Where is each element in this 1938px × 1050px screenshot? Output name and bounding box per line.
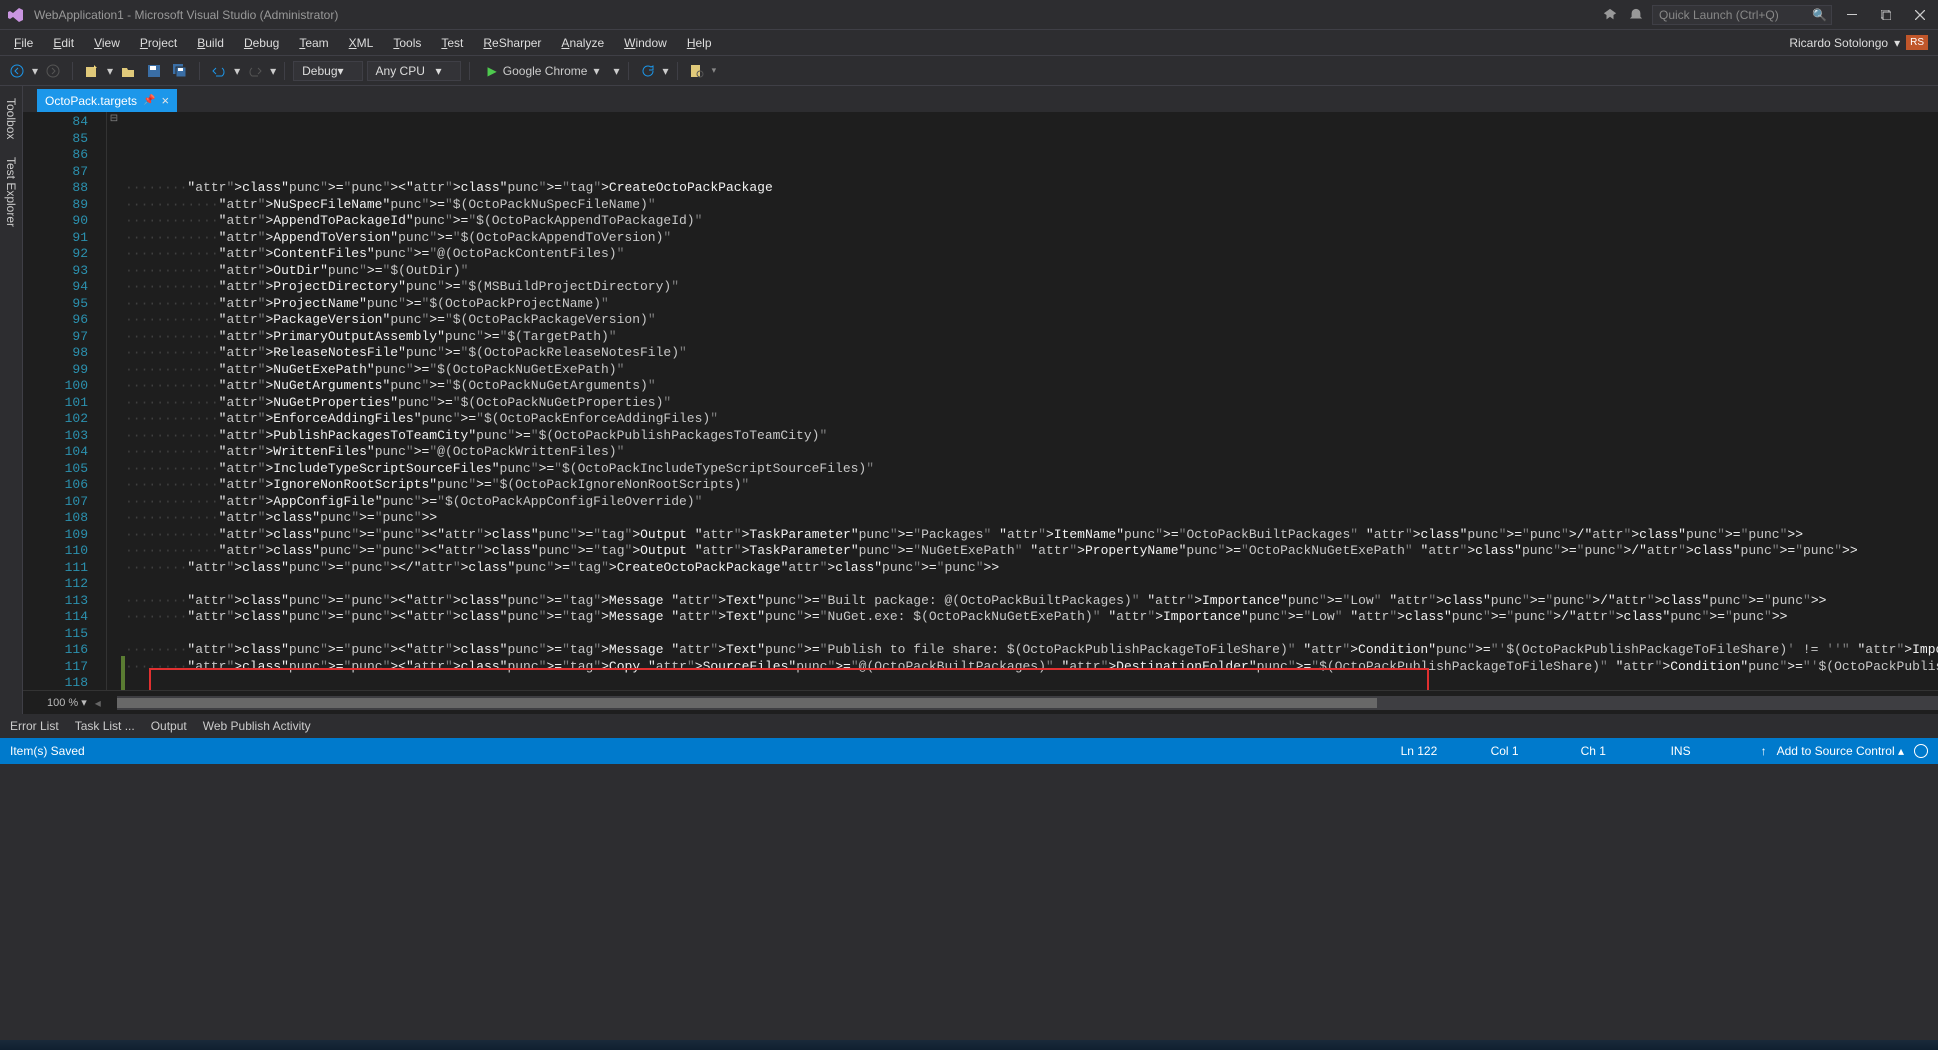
open-file-button[interactable]	[117, 60, 139, 82]
vs-logo-icon	[6, 5, 26, 25]
menu-build[interactable]: Build	[187, 32, 234, 54]
code-editor[interactable]: 8485868788899091929394959697989910010110…	[23, 112, 1938, 690]
new-project-drop[interactable]: ▾	[107, 64, 113, 78]
window-title: WebApplication1 - Microsoft Visual Studi…	[34, 8, 338, 22]
nav-back-drop[interactable]: ▾	[32, 64, 38, 78]
menu-test[interactable]: Test	[431, 32, 473, 54]
user-name[interactable]: Ricardo Sotolongo	[1789, 36, 1888, 50]
pin-icon[interactable]: 📌	[143, 95, 155, 106]
refresh-drop[interactable]: ▾	[663, 64, 669, 78]
editor-status-bar: 100 % ▾ ◂ ▸	[23, 690, 1938, 714]
quick-launch-placeholder: Quick Launch (Ctrl+Q)	[1659, 8, 1779, 22]
search-icon: 🔍	[1812, 8, 1827, 22]
redo-button[interactable]	[244, 60, 266, 82]
status-ins: INS	[1671, 744, 1761, 758]
browser-drop[interactable]: ▾	[614, 64, 620, 78]
bottom-tab-output[interactable]: Output	[151, 719, 187, 733]
user-dropdown-icon[interactable]: ▾	[1894, 36, 1900, 50]
save-button[interactable]	[143, 60, 165, 82]
notifications-icon[interactable]	[1626, 5, 1646, 25]
play-icon: ▶	[488, 64, 497, 78]
status-col: Col 1	[1491, 744, 1581, 758]
menu-xml[interactable]: XML	[339, 32, 384, 54]
undo-drop[interactable]: ▾	[234, 64, 240, 78]
change-marker	[121, 656, 125, 690]
menu-analyze[interactable]: Analyze	[551, 32, 614, 54]
menu-edit[interactable]: Edit	[43, 32, 84, 54]
toolbar: ▾ ▾ ▾ ▾ Debug ▾ Any CPU ▾ ▶ Google Chrom…	[0, 56, 1938, 86]
code-content[interactable]: ········"attr">class"punc">="punc"><"att…	[121, 112, 1938, 690]
bottom-tab-web-publish[interactable]: Web Publish Activity	[203, 719, 311, 733]
redo-drop[interactable]: ▾	[270, 64, 276, 78]
new-project-button[interactable]	[81, 60, 103, 82]
solution-config-select[interactable]: Debug ▾	[293, 61, 362, 81]
toolbox-tab[interactable]: Toolbox	[0, 90, 22, 147]
h-scroll-left-icon[interactable]: ◂	[95, 696, 101, 710]
horizontal-scrollbar[interactable]	[117, 696, 1938, 710]
nav-forward-button[interactable]	[42, 60, 64, 82]
file-tab-active[interactable]: OctoPack.targets 📌 ×	[37, 89, 177, 112]
quick-launch-input[interactable]: Quick Launch (Ctrl+Q) 🔍	[1652, 5, 1832, 25]
status-ch: Ch 1	[1581, 744, 1671, 758]
close-button[interactable]	[1906, 4, 1934, 26]
close-tab-icon[interactable]: ×	[162, 93, 170, 108]
menu-help[interactable]: Help	[677, 32, 722, 54]
nav-back-button[interactable]	[6, 60, 28, 82]
bottom-tool-tabs: Error List Task List ... Output Web Publ…	[0, 714, 1938, 738]
bottom-tab-task-list[interactable]: Task List ...	[75, 719, 135, 733]
menu-project[interactable]: Project	[130, 32, 187, 54]
start-debug-button[interactable]: ▶ Google Chrome ▾	[478, 62, 610, 80]
menu-window[interactable]: Window	[614, 32, 677, 54]
menu-team[interactable]: Team	[289, 32, 338, 54]
titlebar: WebApplication1 - Microsoft Visual Studi…	[0, 0, 1938, 30]
maximize-button[interactable]	[1872, 4, 1900, 26]
main-area: Toolbox Test Explorer OctoPack.targets 📌…	[0, 86, 1938, 714]
publish-up-icon[interactable]: ↑	[1761, 744, 1767, 758]
menu-tools[interactable]: Tools	[383, 32, 431, 54]
menu-file[interactable]: File	[4, 32, 43, 54]
user-badge[interactable]: RS	[1906, 35, 1928, 50]
status-line: Ln 122	[1401, 744, 1491, 758]
menu-resharper[interactable]: ReSharper	[473, 32, 551, 54]
feedback-icon[interactable]	[1600, 5, 1620, 25]
test-explorer-tab[interactable]: Test Explorer	[0, 149, 22, 235]
outline-margin[interactable]: ⊟	[107, 112, 121, 690]
minimize-button[interactable]	[1838, 4, 1866, 26]
solution-platform-select[interactable]: Any CPU ▾	[367, 61, 461, 81]
save-all-button[interactable]	[169, 60, 191, 82]
zoom-level[interactable]: 100 % ▾	[47, 696, 87, 709]
left-tool-well: Toolbox Test Explorer	[0, 86, 23, 714]
bottom-tab-error-list[interactable]: Error List	[10, 719, 59, 733]
menu-view[interactable]: View	[84, 32, 130, 54]
find-in-files-button[interactable]	[686, 60, 708, 82]
windows-taskbar[interactable]	[0, 1040, 1938, 1050]
document-tab-well: OctoPack.targets 📌 ×	[23, 86, 1938, 112]
line-number-gutter: 8485868788899091929394959697989910010110…	[23, 112, 107, 690]
feedback-circle-icon[interactable]	[1914, 744, 1928, 758]
menubar: FileEditViewProjectBuildDebugTeamXMLTool…	[0, 30, 1938, 56]
menu-debug[interactable]: Debug	[234, 32, 289, 54]
file-tab-label: OctoPack.targets	[45, 94, 137, 108]
undo-button[interactable]	[208, 60, 230, 82]
status-message: Item(s) Saved	[10, 744, 85, 758]
h-scrollbar-thumb[interactable]	[117, 698, 1377, 708]
source-control-button[interactable]: Add to Source Control ▴	[1777, 744, 1904, 758]
statusbar: Item(s) Saved Ln 122 Col 1 Ch 1 INS ↑ Ad…	[0, 738, 1938, 764]
refresh-button[interactable]	[637, 60, 659, 82]
